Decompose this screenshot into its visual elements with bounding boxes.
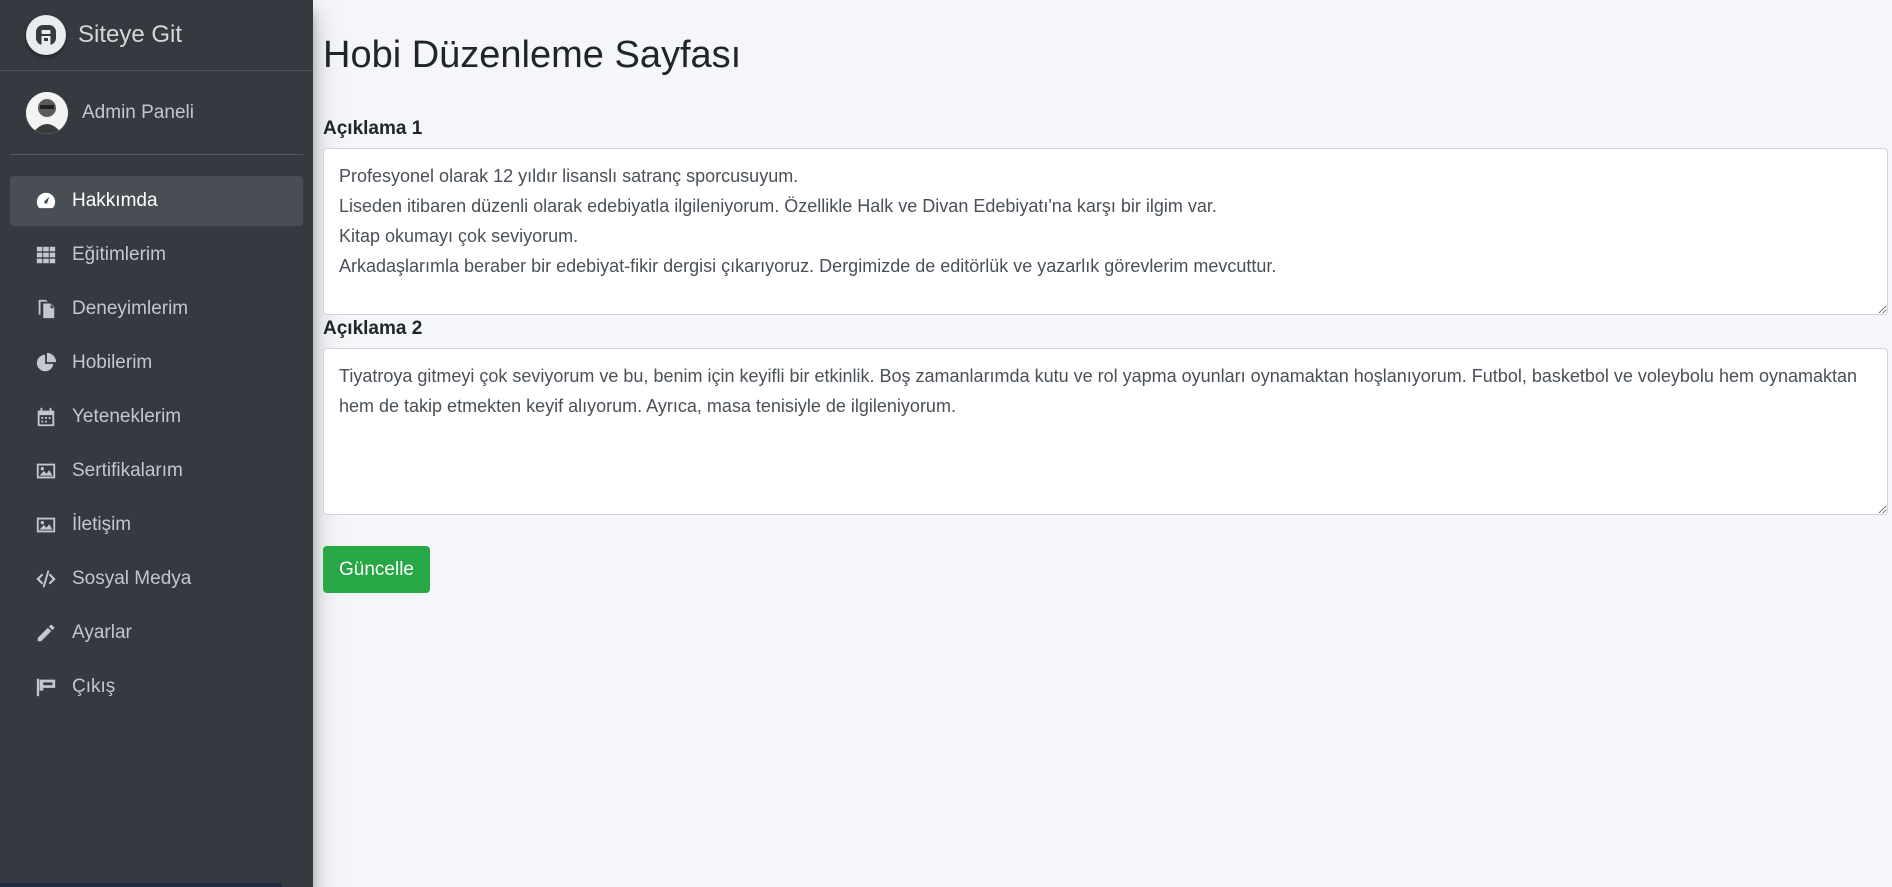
calendar-icon (34, 405, 58, 429)
user-avatar (26, 91, 68, 134)
page-title: Hobi Düzenleme Sayfası (323, 34, 742, 76)
sidebar-item-yeteneklerim[interactable]: Yeteneklerim (10, 392, 303, 442)
brand-link[interactable]: Siteye Git (0, 0, 313, 71)
sidebar-item-label: İletişim (72, 514, 132, 535)
user-name: Admin Paneli (82, 101, 194, 123)
sidebar-scroll-indicator (0, 883, 282, 887)
sidebar-item-label: Sertifikalarım (72, 460, 183, 481)
sidebar-item-ayarlar[interactable]: Ayarlar (10, 608, 303, 658)
sidebar-item-egitimlerim[interactable]: Eğitimlerim (10, 230, 303, 280)
sidebar-item-cikis[interactable]: Çıkış (10, 662, 303, 712)
hobby-edit-form: Açıklama 1 Profesyonel olarak 12 yıldır … (323, 118, 1892, 593)
brand-text: Siteye Git (78, 21, 183, 48)
pencil-icon (34, 621, 58, 645)
sidebar-item-label: Ayarlar (72, 622, 132, 643)
flag-icon (34, 675, 58, 699)
field2-label: Açıklama 2 (323, 318, 423, 339)
copy-icon (34, 297, 58, 321)
image-icon (34, 513, 58, 537)
content-wrapper: Hobi Düzenleme Sayfası Açıklama 1 Profes… (313, 0, 1892, 593)
sidebar-item-label: Sosyal Medya (72, 568, 192, 589)
sidebar-item-hakkimda[interactable]: Hakkımda (10, 176, 303, 226)
sidebar: Siteye Git Admin Paneli Hakkımda Eğitiml… (0, 0, 313, 887)
field1-label: Açıklama 1 (323, 118, 423, 139)
sidebar-item-label: Yeteneklerim (72, 406, 182, 427)
grid-icon (34, 243, 58, 267)
pie-chart-icon (34, 351, 58, 375)
sidebar-item-deneyimlerim[interactable]: Deneyimlerim (10, 284, 303, 334)
image-icon (34, 459, 58, 483)
code-icon (34, 567, 58, 591)
sidebar-item-sertifikalarim[interactable]: Sertifikalarım (10, 446, 303, 496)
sidebar-item-label: Çıkış (72, 676, 116, 697)
sidebar-item-hobilerim[interactable]: Hobilerim (10, 338, 303, 388)
update-button[interactable]: Güncelle (323, 546, 430, 593)
sidebar-item-sosyal-medya[interactable]: Sosyal Medya (10, 554, 303, 604)
description2-textarea[interactable]: Tiyatroya gitmeyi çok seviyorum ve bu, b… (323, 348, 1888, 515)
sidebar-item-label: Hobilerim (72, 352, 153, 373)
sidebar-item-label: Hakkımda (72, 190, 158, 211)
sidebar-item-iletisim[interactable]: İletişim (10, 500, 303, 550)
user-panel[interactable]: Admin Paneli (10, 71, 303, 155)
sidebar-item-label: Deneyimlerim (72, 298, 189, 319)
adminlte-logo-icon (26, 15, 66, 55)
sidebar-nav: Hakkımda Eğitimlerim Deneyimlerim Hobile… (0, 176, 313, 712)
description1-textarea[interactable]: Profesyonel olarak 12 yıldır lisanslı sa… (323, 148, 1888, 315)
tachometer-icon (34, 189, 58, 213)
sidebar-item-label: Eğitimlerim (72, 244, 166, 265)
